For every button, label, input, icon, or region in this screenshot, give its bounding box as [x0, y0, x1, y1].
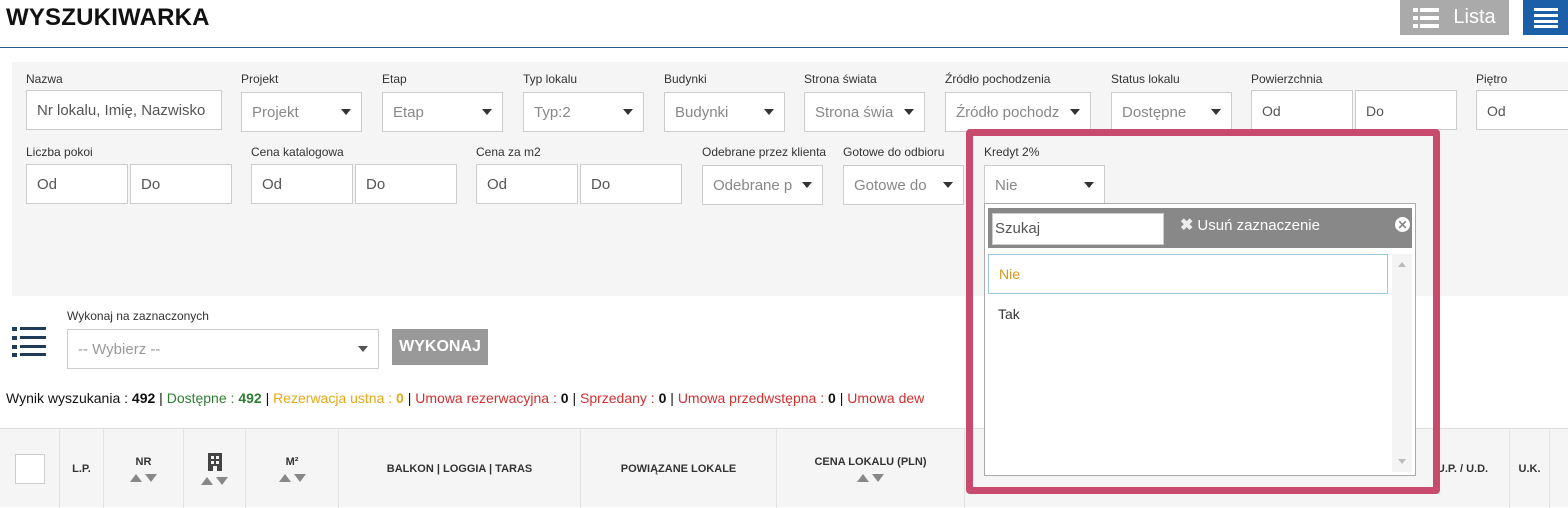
- chevron-down-icon: [482, 109, 492, 115]
- pietro-from[interactable]: Od: [1476, 90, 1568, 130]
- wykonaj-button[interactable]: WYKONAJ: [392, 329, 488, 365]
- chevron-down-icon: [1211, 109, 1221, 115]
- chevron-down-icon: [623, 109, 633, 115]
- budynki-label: Budynki: [664, 72, 707, 86]
- status-value: Dostępne: [1122, 103, 1187, 121]
- projekt-label: Projekt: [241, 72, 279, 86]
- list-menu-icon[interactable]: [12, 326, 46, 358]
- powierzchnia-to[interactable]: Do: [1355, 90, 1457, 130]
- etap-label: Etap: [382, 72, 407, 86]
- bulk-label: Wykonaj na zaznaczonych: [67, 309, 209, 323]
- cena-m2-to[interactable]: Do: [580, 164, 682, 204]
- col-cena[interactable]: CENA LOKALU (PLN): [777, 429, 965, 508]
- col-m2[interactable]: M²: [246, 429, 339, 508]
- etap-select[interactable]: Etap: [382, 92, 503, 132]
- zrodlo-label: Źródło pochodzenia: [945, 72, 1051, 86]
- gotowe-label: Gotowe do odbioru: [843, 145, 945, 159]
- chevron-down-icon: [802, 182, 812, 188]
- col-building[interactable]: [184, 429, 246, 508]
- status-select[interactable]: Dostępne: [1111, 92, 1232, 132]
- zrodlo-select[interactable]: Źródło pochodz: [945, 92, 1091, 132]
- highlight-frame: [966, 129, 1440, 494]
- col-balkon: BALKON | LOGGIA | TARAS: [339, 429, 581, 508]
- projekt-value: Projekt: [252, 103, 299, 121]
- pietro-label: Piętro: [1476, 72, 1508, 86]
- status-label: Status lokalu: [1111, 72, 1180, 86]
- sort-icon[interactable]: [130, 473, 157, 482]
- zrodlo-value: Źródło pochodz: [956, 103, 1060, 121]
- table-view-button[interactable]: [1523, 0, 1568, 35]
- nazwa-label: Nazwa: [26, 72, 63, 86]
- chevron-down-icon: [341, 109, 351, 115]
- strona-swiata-label: Strona świata: [804, 72, 877, 86]
- col-m2-label: M²: [285, 455, 299, 468]
- cena-m2-label: Cena za m2: [476, 145, 541, 159]
- nazwa-input[interactable]: Nr lokalu, Imię, Nazwisko: [26, 90, 222, 130]
- building-icon: [207, 452, 222, 471]
- liczba-pokoi-to[interactable]: Do: [130, 164, 232, 204]
- col-cena-label: CENA LOKALU (PLN): [814, 455, 927, 468]
- page-title: WYSZUKIWARKA: [6, 4, 210, 31]
- header-divider: [0, 47, 1568, 48]
- gotowe-value: Gotowe do: [854, 176, 927, 194]
- summary-item: Wynik wyszukania : 492: [6, 390, 156, 406]
- select-all-checkbox[interactable]: [14, 453, 45, 484]
- col-lp: L.P.: [60, 429, 104, 508]
- summary-item: Sprzedany : 0: [579, 390, 667, 406]
- cena-m2-from[interactable]: Od: [476, 164, 578, 204]
- chevron-down-icon: [943, 182, 953, 188]
- gotowe-select[interactable]: Gotowe do: [843, 165, 964, 205]
- summary-item: Umowa rezerwacyjna : 0: [415, 390, 569, 406]
- sort-icon[interactable]: [201, 476, 228, 485]
- summary-item: Umowa przedwstępna : 0: [677, 390, 836, 406]
- odebrane-label: Odebrane przez klienta: [702, 145, 827, 159]
- summary-item: Umowa dew: [847, 390, 925, 406]
- projekt-select[interactable]: Projekt: [241, 92, 362, 132]
- summary-item: Dostępne : 492: [166, 390, 262, 406]
- col-powiazane: POWIĄZANE LOKALE: [581, 429, 777, 508]
- odebrane-value: Odebrane p: [713, 176, 793, 194]
- cena-katalogowa-from[interactable]: Od: [251, 164, 353, 204]
- strona-swiata-select[interactable]: Strona świa: [804, 92, 925, 132]
- etap-value: Etap: [393, 103, 424, 121]
- list-icon: [1413, 7, 1440, 28]
- typ-lokalu-label: Typ lokalu: [523, 72, 578, 86]
- powierzchnia-from[interactable]: Od: [1251, 90, 1353, 130]
- typ-lokalu-value: Typ:2: [534, 103, 571, 121]
- liczba-pokoi-label: Liczba pokoi: [26, 145, 93, 159]
- lista-label: Lista: [1453, 6, 1496, 28]
- col-nr-label: NR: [135, 455, 152, 468]
- sort-icon[interactable]: [857, 473, 884, 482]
- chevron-down-icon: [764, 109, 774, 115]
- odebrane-select[interactable]: Odebrane p: [702, 165, 823, 205]
- liczba-pokoi-from[interactable]: Od: [26, 164, 128, 204]
- col-nr[interactable]: NR: [104, 429, 184, 508]
- powierzchnia-label: Powierzchnia: [1251, 72, 1323, 86]
- chevron-down-icon: [358, 346, 368, 352]
- col-uk: U.K.: [1510, 429, 1550, 508]
- typ-lokalu-select[interactable]: Typ:2: [523, 92, 644, 132]
- cena-katalogowa-to[interactable]: Do: [355, 164, 457, 204]
- budynki-select[interactable]: Budynki: [664, 92, 785, 132]
- search-summary: Wynik wyszukania : 492 | Dostępne : 492 …: [6, 390, 925, 406]
- select-all-cell: [0, 429, 60, 508]
- summary-item: Rezerwacja ustna : 0: [273, 390, 404, 406]
- chevron-down-icon: [904, 109, 914, 115]
- strona-swiata-value: Strona świa: [815, 103, 894, 121]
- sort-icon[interactable]: [278, 473, 306, 482]
- table-icon: [1533, 7, 1558, 28]
- cena-katalogowa-label: Cena katalogowa: [251, 145, 344, 159]
- lista-button[interactable]: Lista: [1400, 0, 1509, 35]
- bulk-value: -- Wybierz --: [78, 340, 161, 358]
- bulk-select[interactable]: -- Wybierz --: [67, 329, 379, 369]
- budynki-value: Budynki: [675, 103, 729, 121]
- chevron-down-icon: [1070, 109, 1080, 115]
